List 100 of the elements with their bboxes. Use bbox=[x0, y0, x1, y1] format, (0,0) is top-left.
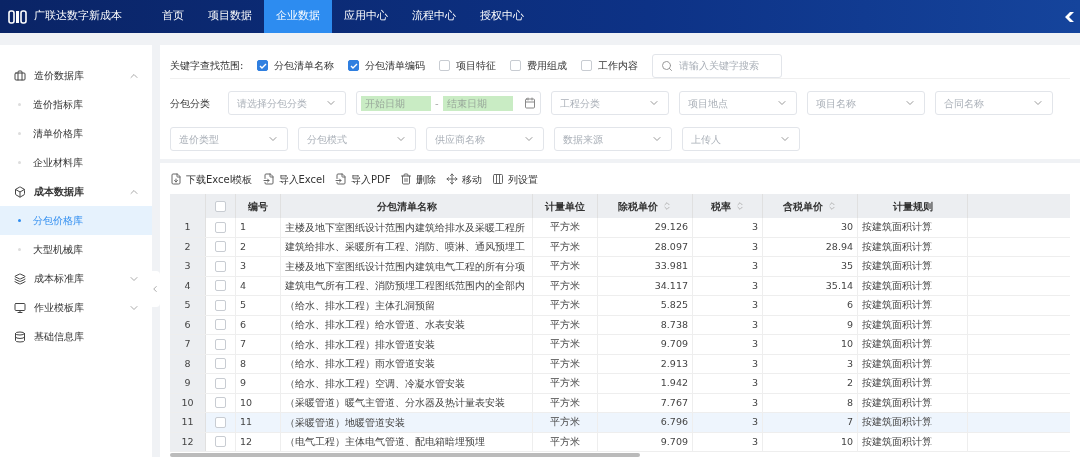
sidebar-item[interactable]: 造价指标库 bbox=[0, 90, 152, 119]
table-cell: 5.825 bbox=[660, 298, 688, 313]
row-checkbox[interactable] bbox=[215, 299, 226, 311]
row-number: 4 bbox=[184, 278, 191, 293]
checkbox[interactable] bbox=[257, 60, 269, 71]
sidebar-item[interactable]: 清单价格库 bbox=[0, 119, 152, 148]
table-cell: 按建筑面积计算 bbox=[862, 395, 932, 410]
checkbox[interactable] bbox=[348, 60, 360, 71]
table-cell: 10 bbox=[240, 395, 253, 410]
table-cell: 7.767 bbox=[660, 395, 688, 410]
toolbar-button[interactable]: 导入PDF bbox=[335, 171, 391, 187]
columns-icon bbox=[492, 173, 505, 185]
toolbar-button[interactable]: 列设置 bbox=[492, 171, 539, 187]
row-checkbox[interactable] bbox=[215, 397, 226, 409]
row-checkbox[interactable] bbox=[215, 338, 226, 350]
file-download-icon bbox=[170, 173, 182, 185]
table-cell: 平方米 bbox=[550, 278, 580, 293]
checkbox[interactable] bbox=[510, 60, 522, 71]
table-cell: 2.913 bbox=[660, 356, 688, 371]
table-cell: 10 bbox=[840, 337, 853, 352]
nav-tab[interactable]: 项目数据 bbox=[196, 0, 264, 33]
row-number: 12 bbox=[181, 434, 194, 449]
calendar-icon bbox=[524, 97, 536, 109]
row-checkbox[interactable] bbox=[215, 319, 226, 331]
nav-tab[interactable]: 应用中心 bbox=[332, 0, 400, 33]
row-checkbox[interactable] bbox=[215, 241, 226, 253]
table-cell: 9 bbox=[240, 376, 247, 391]
table-cell: 1.942 bbox=[660, 376, 688, 391]
table-cell-text: 主楼及地下室图纸设计范围内建筑给排水及采暖工程所 bbox=[285, 220, 525, 235]
nav-tab[interactable]: 授权中心 bbox=[468, 0, 536, 33]
sort-icon bbox=[827, 201, 837, 211]
row-checkbox[interactable] bbox=[215, 221, 226, 233]
table-cell: 3 bbox=[751, 317, 758, 332]
table-cell-text: （采暖管道）暖气主管道、分水器及热计量表安装 bbox=[285, 396, 505, 411]
toolbar-button[interactable]: 导入Excel bbox=[262, 171, 325, 187]
table-cell: 10 bbox=[840, 434, 853, 449]
table-cell: 8 bbox=[846, 395, 853, 410]
table-cell: 9.709 bbox=[660, 337, 688, 352]
table-cell: 7 bbox=[846, 415, 853, 430]
table-cell: 平方米 bbox=[550, 395, 580, 410]
keyword-scope-label: 关键字查找范围: bbox=[170, 59, 244, 73]
table-cell: 30 bbox=[840, 220, 853, 235]
sidebar-section[interactable]: 成本标准库 bbox=[0, 264, 152, 293]
table-cell-text: 主楼及地下室图纸设计范围内建筑电气工程的所有分项 bbox=[285, 259, 525, 274]
table-cell: 8.738 bbox=[660, 317, 688, 332]
row-number: 9 bbox=[184, 376, 191, 391]
toolbar-button[interactable]: 移动 bbox=[446, 171, 483, 187]
table-cell: 按建筑面积计算 bbox=[862, 239, 932, 254]
row-checkbox[interactable] bbox=[215, 280, 226, 292]
table-cell: 3 bbox=[751, 278, 758, 293]
horizontal-scrollbar[interactable] bbox=[170, 453, 640, 457]
nav-tab[interactable]: 首页 bbox=[150, 0, 196, 33]
table-cell: 1 bbox=[240, 220, 247, 235]
checkbox[interactable] bbox=[581, 60, 593, 71]
row-checkbox[interactable] bbox=[215, 377, 226, 389]
table-cell-text: （电气工程）主体电气管道、配电箱暗埋预埋 bbox=[285, 435, 485, 450]
table-cell: 2 bbox=[240, 239, 247, 254]
table-cell: 12 bbox=[240, 434, 253, 449]
table-cell: 7 bbox=[240, 337, 247, 352]
row-checkbox[interactable] bbox=[215, 436, 226, 448]
app-title: 广联达数字新成本 bbox=[34, 8, 122, 25]
sort-icon bbox=[662, 201, 672, 211]
table-cell: 3 bbox=[751, 239, 758, 254]
table-cell-text: （给水、排水工程）雨水管道安装 bbox=[285, 357, 435, 372]
table-cell: 5 bbox=[240, 298, 247, 313]
row-checkbox[interactable] bbox=[215, 416, 226, 428]
table-cell: 29.126 bbox=[654, 220, 688, 235]
sidebar-section[interactable]: 作业模板库 bbox=[0, 293, 152, 322]
range-separator: - bbox=[435, 96, 439, 111]
row-number: 3 bbox=[184, 259, 191, 274]
sidebar-item[interactable]: 企业材料库 bbox=[0, 148, 152, 177]
sidebar-section[interactable]: 成本数据库 bbox=[0, 177, 152, 206]
table-cell-text: （给水、排水工程）排水管道安装 bbox=[285, 337, 435, 352]
toolbar-button[interactable]: 删除 bbox=[400, 171, 437, 187]
checkbox-label: 分包清单编码 bbox=[365, 59, 426, 73]
table-cell: 11 bbox=[240, 415, 253, 430]
table-cell: 按建筑面积计算 bbox=[862, 259, 932, 274]
checkbox[interactable] bbox=[439, 60, 451, 71]
toolbar-button[interactable]: 下载Excel模板 bbox=[170, 171, 253, 187]
nav-tab[interactable]: 流程中心 bbox=[400, 0, 468, 33]
table-cell: 3 bbox=[751, 337, 758, 352]
table-cell: 平方米 bbox=[550, 356, 580, 371]
table-cell-text: 建筑给排水、采暖所有工程、消防、喷淋、通风预埋工 bbox=[285, 240, 525, 255]
row-number: 1 bbox=[184, 220, 191, 235]
row-checkbox[interactable] bbox=[215, 260, 226, 272]
sidebar-section[interactable]: 基础信息库 bbox=[0, 322, 152, 351]
file-import-icon bbox=[335, 173, 347, 185]
table-cell: 28.097 bbox=[654, 239, 688, 254]
search-icon bbox=[661, 59, 674, 72]
table-cell: 3 bbox=[751, 395, 758, 410]
table-cell: 按建筑面积计算 bbox=[862, 415, 932, 430]
row-number: 5 bbox=[184, 298, 191, 313]
table-cell: 9 bbox=[846, 317, 853, 332]
table-cell: 平方米 bbox=[550, 415, 580, 430]
select-all-checkbox[interactable] bbox=[215, 200, 226, 212]
row-checkbox[interactable] bbox=[215, 358, 226, 370]
sidebar-section[interactable]: 造价数据库 bbox=[0, 61, 152, 90]
table-cell-text: （给水、排水工程）空调、冷凝水管安装 bbox=[285, 376, 465, 391]
sidebar-item[interactable]: 大型机械库 bbox=[0, 235, 152, 264]
table-cell: 3 bbox=[751, 356, 758, 371]
